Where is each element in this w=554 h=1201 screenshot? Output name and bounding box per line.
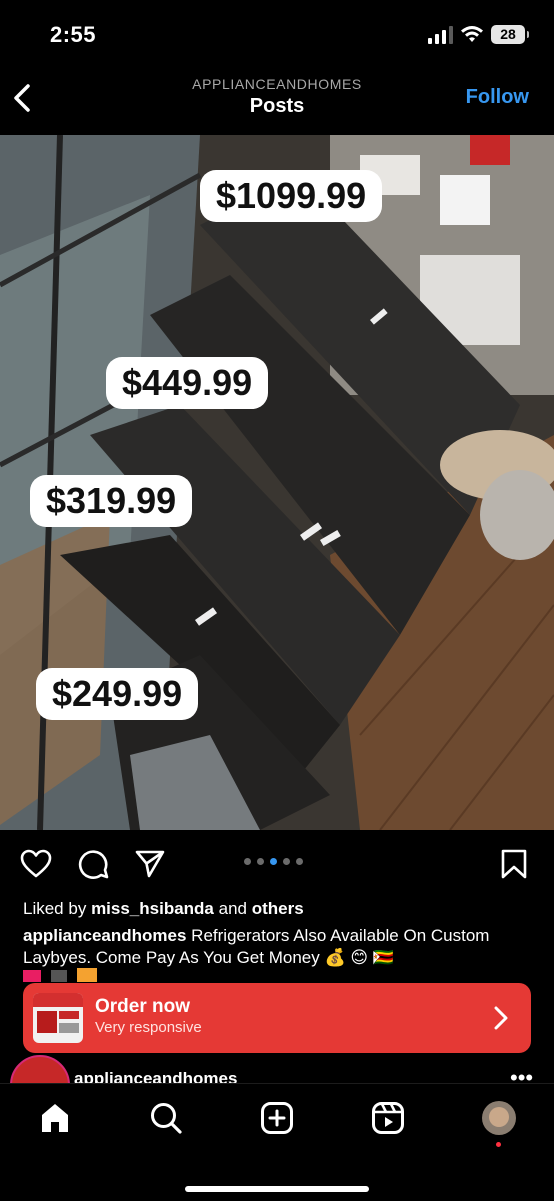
notification-dot [496,1142,501,1147]
price-tag: $1099.99 [200,170,383,222]
next-post-user[interactable]: applianceandhomes [74,1069,237,1083]
search-icon[interactable] [149,1101,183,1135]
post-caption: applianceandhomes Refrigerators Also Ava… [23,925,533,969]
chevron-right-icon [494,1006,508,1030]
carousel-dot [283,858,290,865]
caption-user[interactable]: applianceandhomes [23,926,186,945]
profile-avatar[interactable] [482,1101,516,1135]
avatar[interactable] [10,1055,70,1083]
order-label: Order now [95,996,191,1017]
paper-plane-icon[interactable] [134,848,166,880]
comment-icon[interactable] [78,848,110,880]
post-image[interactable]: $1099.99 $449.99 $319.99 $249.99 [0,135,554,830]
carousel-dot [244,858,251,865]
order-thumbnail [33,993,83,1043]
likes-line: Liked by miss_hsibanda and others [23,899,304,919]
next-post-header: applianceandhomes ••• [0,1053,554,1083]
plus-square-icon[interactable] [260,1101,294,1135]
gift-emoji-icon [23,968,97,982]
liked-by-user[interactable]: miss_hsibanda [91,899,214,918]
likes-others[interactable]: others [252,899,304,918]
bottom-tab-bar [0,1083,554,1201]
likes-middle: and [218,899,247,918]
likes-prefix: Liked by [23,899,87,918]
page-header: APPLIANCEANDHOMES Posts Follow [0,70,554,134]
price-tag: $249.99 [36,668,199,720]
bookmark-icon[interactable] [498,848,530,880]
signal-icon [428,26,453,44]
status-bar: 2:55 28 [0,0,554,70]
carousel-indicator [244,858,303,868]
more-options-icon[interactable]: ••• [510,1067,533,1084]
carousel-dot [257,858,264,865]
follow-button[interactable]: Follow [466,86,529,109]
post-actions [0,830,554,892]
reels-icon[interactable] [371,1101,405,1135]
heart-icon[interactable] [20,848,52,880]
carousel-dot-active [270,858,277,865]
price-tag: $449.99 [106,357,269,409]
order-now-banner[interactable]: Order now Very responsive [23,983,531,1053]
order-sub: Very responsive [95,1019,202,1036]
price-tag: $319.99 [30,475,193,527]
battery-indicator: 28 [491,25,529,44]
home-indicator [185,1186,369,1192]
status-time: 2:55 [50,22,97,47]
wifi-icon [461,26,483,42]
home-icon[interactable] [38,1101,72,1135]
carousel-dot [296,858,303,865]
